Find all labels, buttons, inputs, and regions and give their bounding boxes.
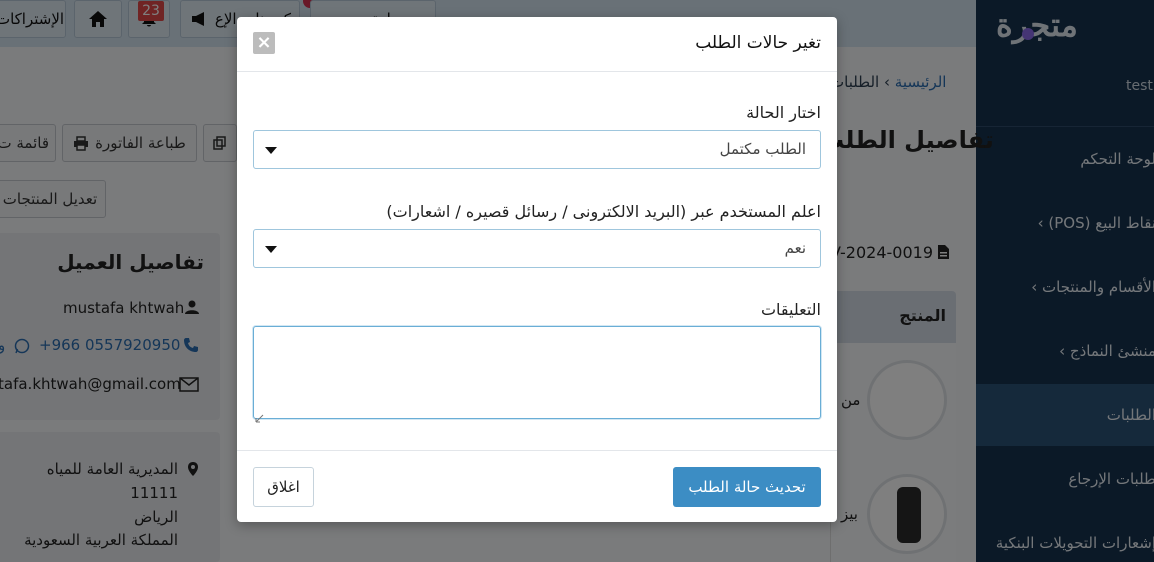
- change-order-status-dialog: تغير حالات الطلب × اختار الحالة الطلب مك…: [237, 17, 837, 522]
- close-button[interactable]: اغلاق: [253, 467, 314, 507]
- status-selected-value: الطلب مكتمل: [719, 140, 806, 158]
- notify-label: اعلم المستخدم عبر (البريد الالكترونى / ر…: [386, 202, 821, 221]
- dialog-footer: اغلاق تحديث حالة الطلب: [237, 450, 837, 522]
- close-icon[interactable]: ×: [253, 32, 275, 54]
- notify-selected-value: نعم: [784, 239, 806, 257]
- status-select[interactable]: الطلب مكتمل: [253, 130, 821, 169]
- notify-select[interactable]: نعم: [253, 229, 821, 268]
- status-label: اختار الحالة: [746, 103, 821, 122]
- resize-grip-icon[interactable]: [255, 408, 264, 423]
- dialog-header: تغير حالات الطلب ×: [237, 17, 837, 72]
- dialog-title: تغير حالات الطلب: [695, 33, 821, 53]
- chevron-down-icon: [265, 147, 277, 154]
- comments-textarea[interactable]: [253, 326, 821, 419]
- update-status-button[interactable]: تحديث حالة الطلب: [673, 467, 821, 507]
- comments-label: التعليقات: [760, 300, 821, 319]
- chevron-down-icon: [265, 246, 277, 253]
